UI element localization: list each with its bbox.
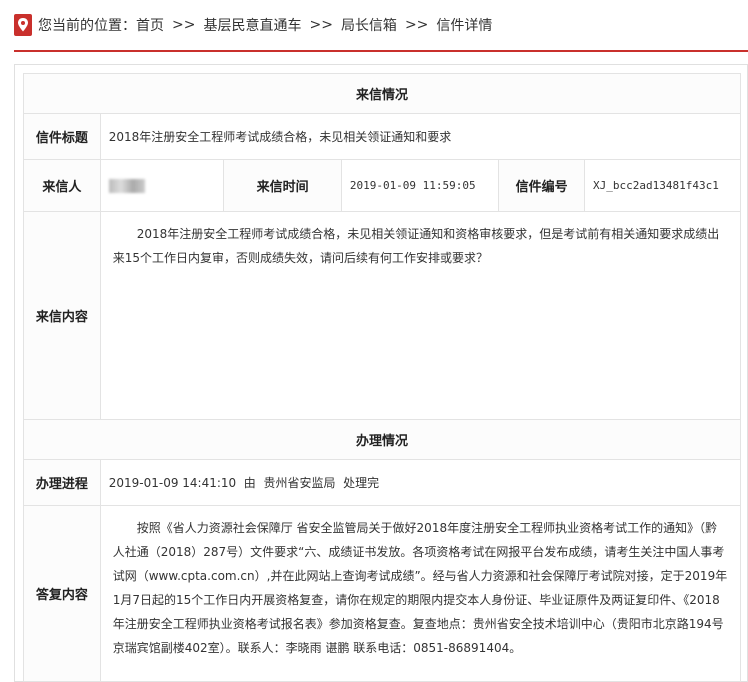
breadcrumb-separator: >> xyxy=(404,17,429,33)
breadcrumb-separator: >> xyxy=(172,17,196,33)
reply-value: 按照《省人力资源社会保障厅 省安全监管局关于做好2018年度注册安全工程师执业资… xyxy=(99,505,742,682)
breadcrumb-current: 信件详情 xyxy=(436,18,493,34)
letter-detail-panel: 来信情况 信件标题 2018年注册安全工程师考试成绩合格，未见相关领证通知和要求… xyxy=(14,64,748,682)
progress-value: 2019-01-09 14:41:10 由 贵州省安监局 处理完 xyxy=(99,459,742,506)
handling-section-title: 办理情况 xyxy=(23,419,741,460)
location-pin-icon xyxy=(14,14,32,36)
time-label: 来信时间 xyxy=(223,159,342,212)
letter-section-title: 来信情况 xyxy=(23,73,741,114)
breadcrumb-home[interactable]: 首页 xyxy=(136,15,164,35)
title-value: 2018年注册安全工程师考试成绩合格，未见相关领证通知和要求 xyxy=(99,113,742,160)
content-value: 2018年注册安全工程师考试成绩合格，未见相关领证通知和资格审核要求，但是考试前… xyxy=(99,211,742,420)
breadcrumb-separator: >> xyxy=(309,17,333,33)
breadcrumb-prefix: 您当前的位置： xyxy=(38,18,136,34)
letter-detail-table: 来信情况 信件标题 2018年注册安全工程师考试成绩合格，未见相关领证通知和要求… xyxy=(23,73,742,682)
redacted-sender-name xyxy=(108,178,145,193)
title-label: 信件标题 xyxy=(23,113,101,160)
breadcrumb-grassroots[interactable]: 基层民意直通车 xyxy=(203,15,301,35)
id-value: XJ_bcc2ad13481f43c1 xyxy=(584,159,741,212)
time-value: 2019-01-09 11:59:05 xyxy=(340,159,500,212)
breadcrumb-director-mailbox[interactable]: 局长信箱 xyxy=(341,15,397,35)
content-label: 来信内容 xyxy=(23,211,101,420)
id-label: 信件编号 xyxy=(498,159,586,212)
sender-label: 来信人 xyxy=(23,159,101,212)
breadcrumb: 您当前的位置： 首页 >> 基层民意直通车 >> 局长信箱 >> 信件详情 xyxy=(14,0,748,52)
sender-value xyxy=(99,159,225,212)
progress-label: 办理进程 xyxy=(23,459,101,506)
reply-label: 答复内容 xyxy=(23,505,101,682)
